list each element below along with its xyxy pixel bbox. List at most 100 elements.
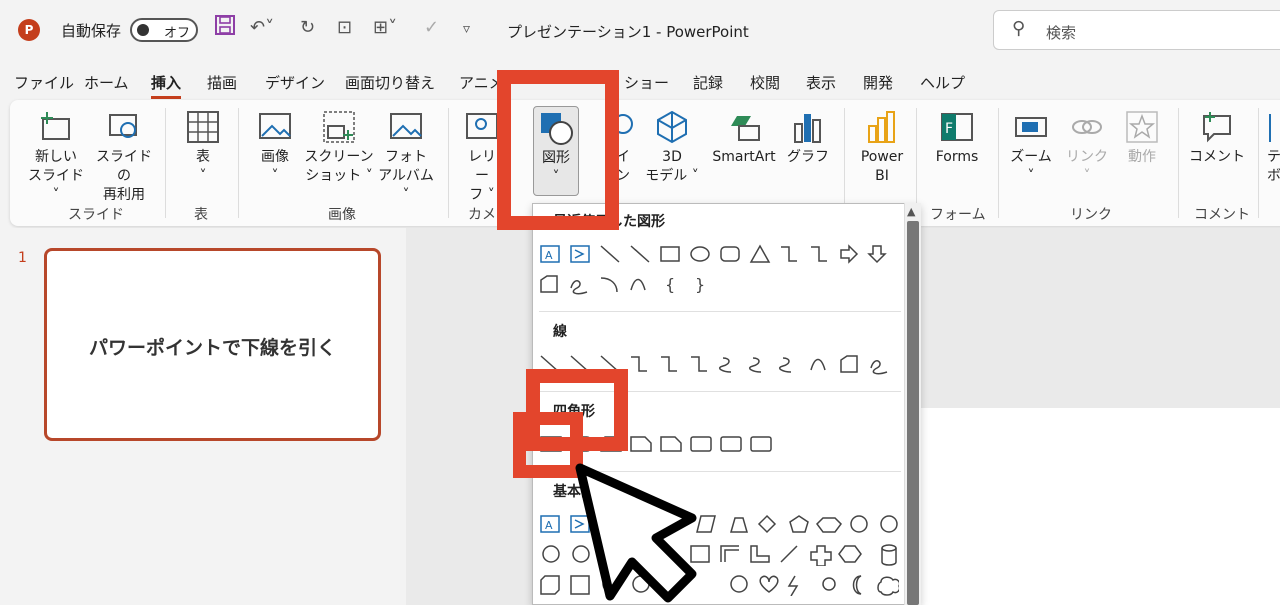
cursor-arrow-icon (575, 463, 697, 603)
present-icon[interactable]: ⊡ (337, 17, 352, 38)
autosave-label: 自動保存 (61, 22, 122, 40)
screenshot-label1: スクリーン (304, 149, 374, 165)
smartart-button[interactable]: SmartArt (704, 110, 784, 167)
layout-icon[interactable]: ⊞˅ (373, 17, 397, 38)
new-slide-icon (41, 112, 70, 140)
photo-album-button[interactable]: フォト アルバム ˅ (376, 110, 436, 205)
textbox-button[interactable]: テ ボ (1264, 110, 1280, 186)
save-icon[interactable] (214, 14, 236, 41)
slide-thumbnail-text: パワーポイントで下線を引く (88, 337, 336, 359)
table-button[interactable]: 表 ˅ (178, 110, 228, 186)
cube-icon (657, 110, 687, 144)
tab-developer[interactable]: 開発 (863, 72, 893, 93)
new-slide-label2: スライド ˅ (28, 168, 84, 203)
ribbon-separator (1178, 108, 1179, 218)
3d-models-button[interactable]: 3D モデル ˅ (640, 110, 704, 186)
highlight-shapes-button (497, 70, 619, 230)
search-box[interactable]: ⚲ 検索 (993, 10, 1280, 50)
picture-label: 画像 (261, 149, 289, 165)
recent-shapes-row[interactable]: A (539, 244, 899, 266)
forms-icon: F (941, 113, 973, 141)
screenshot-button[interactable]: スクリーン ショット ˅ (304, 110, 374, 186)
svg-text:{: { (665, 275, 675, 294)
ribbon-separator (844, 108, 845, 218)
toggle-label: オフ (164, 26, 191, 41)
textbox-icon (1269, 114, 1271, 142)
new-slide-button[interactable]: 新しい スライド ˅ (24, 110, 88, 205)
photo-album-label2: アルバム ˅ (378, 168, 434, 203)
tab-transitions[interactable]: 画面切り替え (345, 72, 435, 93)
comment-icon (1203, 112, 1231, 143)
tab-record[interactable]: 記録 (693, 72, 723, 93)
undo-icon[interactable]: ↶˅ (250, 17, 274, 38)
tab-view[interactable]: 表示 (806, 72, 836, 93)
reuse-slide-label2: 再利用 (103, 187, 145, 203)
tab-file[interactable]: ファイル (14, 72, 74, 93)
photo-album-icon (390, 113, 422, 139)
link-chevron: ˅ (1083, 168, 1091, 184)
ribbon-separator (1258, 108, 1259, 218)
zoom-button[interactable]: ズーム ˅ (1006, 110, 1056, 186)
tab-insert[interactable]: 挿入 (151, 72, 182, 99)
zoom-chevron: ˅ (1027, 168, 1035, 184)
tab-slideshow[interactable]: ショー (624, 72, 669, 93)
cameo-label2: フ ˅ (469, 187, 495, 203)
scroll-thumb[interactable] (907, 221, 919, 605)
smartart-icon (731, 116, 760, 141)
powerbi-icon (868, 111, 895, 143)
chart-icon (794, 114, 821, 143)
tab-help[interactable]: ヘルプ (920, 72, 965, 93)
search-icon: ⚲ (1012, 18, 1026, 39)
slide-canvas[interactable] (918, 408, 1280, 605)
link-label: リンク (1066, 149, 1108, 165)
ribbon-separator (238, 108, 239, 218)
forms-button[interactable]: F Forms (928, 110, 986, 167)
comment-button[interactable]: コメント (1186, 110, 1248, 167)
tab-review[interactable]: 校閲 (750, 72, 780, 93)
toggle-knob (137, 24, 149, 36)
textbox-label2: ボ (1267, 168, 1280, 184)
section-lines: 線 (553, 324, 567, 340)
scroll-up-icon[interactable]: ▲ (907, 205, 915, 218)
photo-album-label1: フォト (385, 149, 427, 165)
slide-thumbnail[interactable]: パワーポイントで下線を引く (44, 248, 381, 441)
tab-draw[interactable]: 描画 (207, 72, 237, 93)
zoom-label: ズーム (1010, 149, 1052, 165)
gallery-scrollbar[interactable]: ▲ (904, 203, 921, 605)
powerpoint-logo-icon: P (18, 19, 40, 41)
powerbi-button[interactable]: Power BI (856, 110, 908, 186)
action-button[interactable]: 動作 (1120, 110, 1164, 167)
tab-home[interactable]: ホーム (84, 72, 129, 93)
recent-shapes-row-2[interactable]: {} (539, 274, 739, 296)
group-slides-label: スライド (68, 207, 124, 223)
customize-qat-icon[interactable]: ▿ (463, 21, 470, 37)
3d-label2: モデル ˅ (645, 168, 699, 184)
new-slide-label1: 新しい (35, 149, 77, 165)
svg-text:A: A (545, 249, 553, 262)
smartart-label: SmartArt (712, 149, 776, 165)
reuse-slide-icon (109, 114, 137, 138)
document-title: プレゼンテーション1 - PowerPoint (507, 23, 749, 41)
table-label: 表 (196, 149, 210, 165)
tab-design[interactable]: デザイン (265, 72, 325, 93)
svg-text:}: } (695, 275, 705, 294)
group-links-label: リンク (1070, 207, 1112, 223)
divider (539, 311, 901, 312)
forms-label: Forms (935, 149, 979, 165)
title-bar: P 自動保存 オフ ↶˅ ↻ ⊡ ⊞˅ ✓ ▿ プレゼンテーション1 - Pow… (0, 0, 1280, 62)
comment-label: コメント (1189, 149, 1245, 165)
redo-icon[interactable]: ↻ (300, 17, 315, 38)
autosave-toggle[interactable]: オフ (130, 18, 198, 42)
chart-button[interactable]: グラフ (786, 110, 830, 167)
link-button[interactable]: リンク ˅ (1062, 110, 1112, 186)
powerbi-label2: BI (875, 168, 889, 184)
svg-text:A: A (545, 519, 553, 532)
star-action-icon (1126, 111, 1158, 143)
cameo-label1: レリー (468, 149, 496, 184)
reuse-slide-button[interactable]: スライドの 再利用 (92, 110, 156, 205)
powerbi-label1: Power (860, 149, 904, 165)
picture-button[interactable]: 画像 ˅ (250, 110, 300, 186)
spellcheck-icon[interactable]: ✓ (424, 17, 439, 38)
cameo-button[interactable]: レリー フ ˅ (462, 110, 502, 205)
picture-chevron: ˅ (271, 168, 279, 184)
